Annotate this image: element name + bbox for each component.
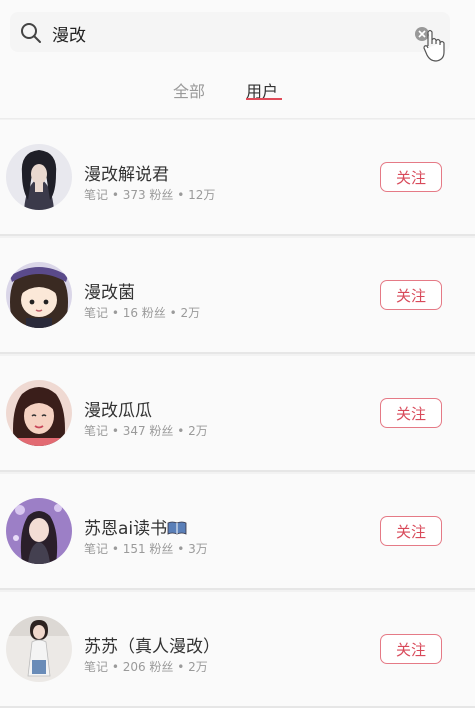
user-name-text: 苏恩ai读书 <box>84 519 168 539</box>
follow-button[interactable]: 关注 <box>380 516 442 546</box>
user-name[interactable]: 漫改解说君 <box>84 160 169 185</box>
follow-button[interactable]: 关注 <box>380 162 442 192</box>
pointer-hand-icon <box>423 29 445 62</box>
search-input[interactable]: 漫改 <box>10 12 450 52</box>
search-icon <box>21 23 41 43</box>
book-icon <box>167 521 187 535</box>
tab-bar: 全部 用户 <box>0 66 475 119</box>
search-query: 漫改 <box>52 26 86 46</box>
avatar <box>6 380 72 446</box>
user-name[interactable]: 苏恩ai读书 <box>84 514 187 539</box>
user-name[interactable]: 漫改瓜瓜 <box>84 396 152 421</box>
user-row[interactable]: 苏苏（真人漫改） 笔记 • 206 粉丝 • 2万 关注 <box>0 592 475 708</box>
user-row[interactable]: 漫改菌 笔记 • 16 粉丝 • 2万 关注 <box>0 238 475 354</box>
avatar <box>6 616 72 682</box>
user-list: 漫改解说君 笔记 • 373 粉丝 • 12万 关注 漫改菌 笔记 • 16 粉… <box>0 120 475 708</box>
user-row[interactable]: 漫改瓜瓜 笔记 • 347 粉丝 • 2万 关注 <box>0 356 475 472</box>
user-stats: 笔记 • 347 粉丝 • 2万 <box>84 424 208 438</box>
user-stats: 笔记 • 373 粉丝 • 12万 <box>84 188 216 202</box>
tab-all[interactable]: 全部 <box>173 78 205 102</box>
user-row[interactable]: 苏恩ai读书 笔记 • 151 粉丝 • 3万 关注 <box>0 474 475 590</box>
follow-button[interactable]: 关注 <box>380 398 442 428</box>
user-stats: 笔记 • 151 粉丝 • 3万 <box>84 542 208 556</box>
follow-button[interactable]: 关注 <box>380 280 442 310</box>
avatar <box>6 498 72 564</box>
user-stats: 笔记 • 16 粉丝 • 2万 <box>84 306 201 320</box>
avatar <box>6 262 72 328</box>
follow-button[interactable]: 关注 <box>380 634 442 664</box>
user-name[interactable]: 漫改菌 <box>84 278 135 303</box>
avatar <box>6 144 72 210</box>
active-tab-indicator <box>246 98 282 100</box>
search-bar: 漫改 <box>0 0 475 66</box>
user-row[interactable]: 漫改解说君 笔记 • 373 粉丝 • 12万 关注 <box>0 120 475 236</box>
user-name[interactable]: 苏苏（真人漫改） <box>84 632 220 657</box>
